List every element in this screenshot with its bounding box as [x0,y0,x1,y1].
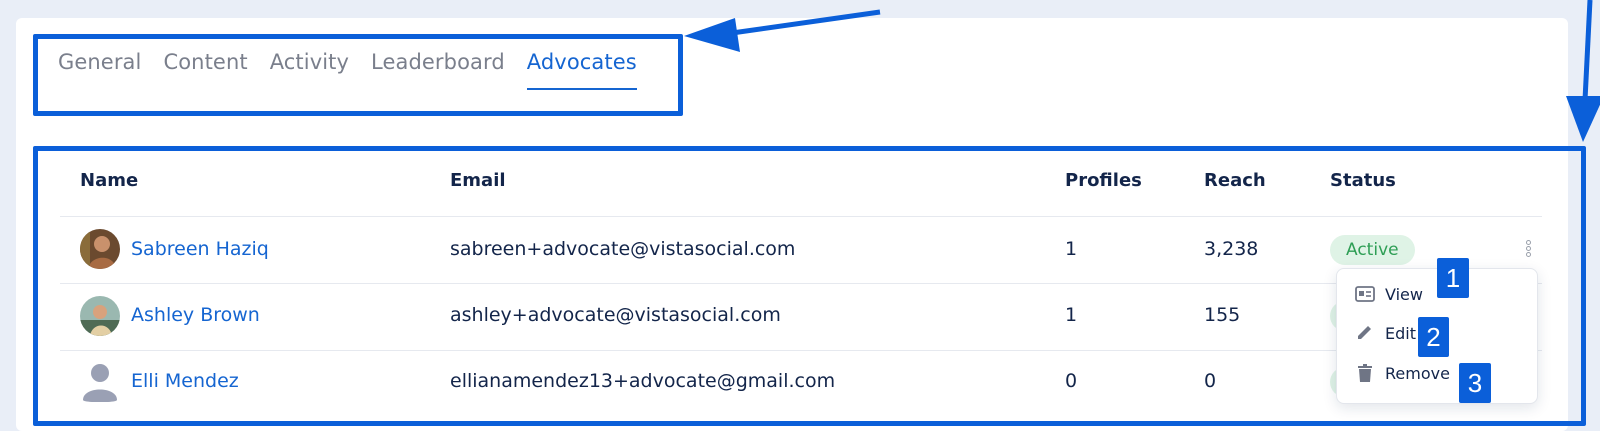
arrow-to-tabs-icon [684,9,881,52]
tab-bar: General Content Activity Leaderboard Adv… [58,50,659,90]
column-header-status[interactable]: Status [1330,170,1396,191]
column-header-profiles[interactable]: Profiles [1065,170,1142,191]
advocate-email: ellianamendez13+advocate@gmail.com [450,370,836,392]
step-badge-3: 3 [1459,363,1491,403]
menu-item-view[interactable]: View [1355,281,1423,307]
advocate-profiles: 1 [1065,304,1078,326]
advocate-profiles: 1 [1065,238,1078,260]
advocate-reach: 0 [1204,370,1217,392]
tab-activity[interactable]: Activity [270,50,349,90]
advocate-name-link[interactable]: Sabreen Haziq [131,238,269,260]
row-divider [60,283,1542,284]
step-badge-1: 1 [1437,258,1469,298]
menu-item-remove[interactable]: Remove [1355,360,1450,386]
menu-item-label: Edit [1385,323,1416,343]
column-header-name[interactable]: Name [80,170,138,191]
avatar-photo-icon [80,229,120,269]
row-actions-kebab-icon[interactable] [1522,240,1534,260]
column-header-reach[interactable]: Reach [1204,170,1266,191]
tab-advocates[interactable]: Advocates [526,50,637,90]
avatar [80,229,120,269]
advocate-email: ashley+advocate@vistasocial.com [450,304,781,326]
row-divider [60,350,1542,351]
advocate-name-link[interactable]: Elli Mendez [131,370,239,392]
avatar [80,362,120,402]
row-divider [60,216,1542,217]
avatar [80,296,120,336]
menu-item-label: View [1385,284,1423,304]
step-badge-2: 2 [1418,317,1449,357]
pencil-icon [1358,326,1371,339]
menu-item-label: Remove [1385,363,1450,383]
advocate-reach: 155 [1204,304,1241,326]
avatar-photo-icon [80,296,120,336]
menu-item-edit[interactable]: Edit [1355,320,1416,346]
tab-content[interactable]: Content [163,50,247,90]
tab-general[interactable]: General [58,50,141,90]
column-header-email[interactable]: Email [450,170,506,191]
advocate-reach: 3,238 [1204,238,1259,260]
user-placeholder-icon [83,364,117,402]
status-badge: Active [1330,235,1415,265]
advocate-profiles: 0 [1065,370,1078,392]
trash-icon [1358,364,1372,382]
arrow-to-table-icon [1566,0,1600,142]
advocate-email: sabreen+advocate@vistasocial.com [450,238,796,260]
tab-leaderboard[interactable]: Leaderboard [371,50,505,90]
view-card-icon [1355,286,1375,302]
advocate-name-link[interactable]: Ashley Brown [131,304,260,326]
